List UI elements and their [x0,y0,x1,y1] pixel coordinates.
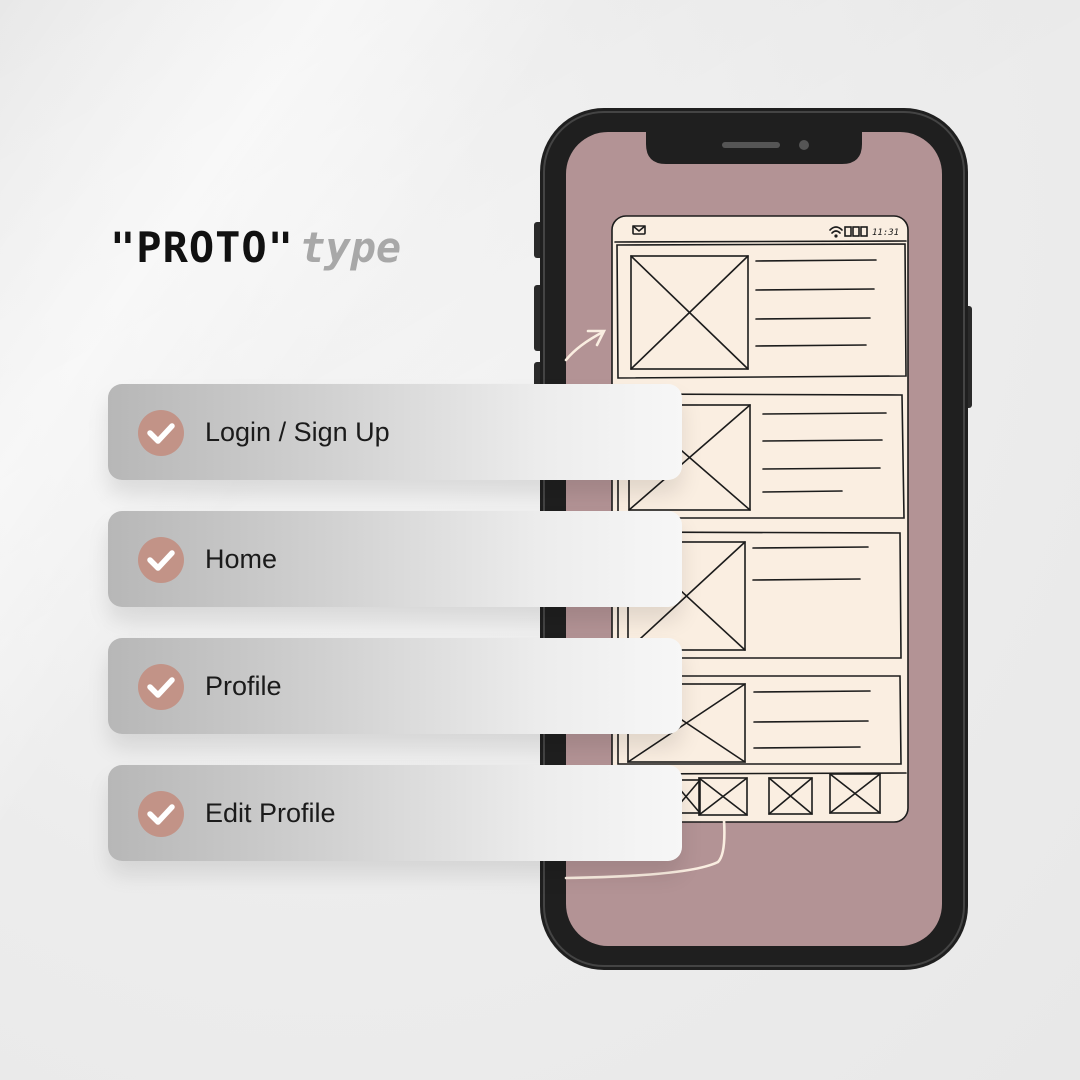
checklist-item-label: Edit Profile [205,798,336,828]
checklist-item-label: Profile [205,671,282,701]
checkmark-icon [138,537,184,583]
title-quoted: "PROTO" [110,223,295,272]
checklist-item-label: Home [205,544,278,574]
page-title: "PROTO" type [110,222,401,274]
checklist-item-label: Login / Sign Up [205,417,390,447]
checklist-item-home: Home [108,511,682,607]
speaker-grille [722,142,780,148]
feature-checklist: Login / Sign Up Home Profile Edit Profil… [108,384,682,892]
status-time: 11:31 [872,228,899,238]
checklist-item-edit-profile: Edit Profile [108,765,682,861]
checkmark-icon [138,410,184,456]
checklist-item-login-signup: Login / Sign Up [108,384,682,480]
checklist-item-profile: Profile [108,638,682,734]
title-suffix: type [300,223,402,272]
front-camera [799,140,809,150]
checkmark-icon [138,664,184,710]
checkmark-icon [138,791,184,837]
